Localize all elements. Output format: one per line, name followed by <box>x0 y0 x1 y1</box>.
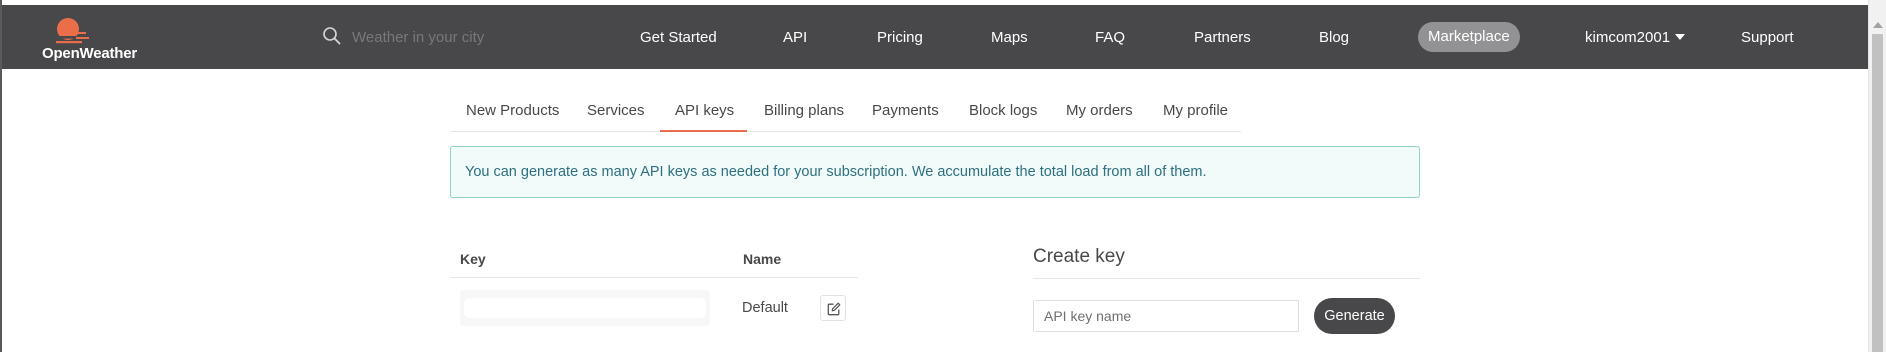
tab-billing-plans[interactable]: Billing plans <box>764 102 844 119</box>
api-key-value <box>464 298 706 318</box>
api-key-name: Default <box>742 300 788 316</box>
edit-key-button[interactable] <box>820 295 846 321</box>
api-key-field[interactable] <box>460 290 710 326</box>
openweather-logo[interactable]: OpenWeather <box>42 15 152 63</box>
user-menu-label: kimcom2001 <box>1585 29 1671 46</box>
column-header-name: Name <box>743 251 782 267</box>
account-tabs: New Products Services API keys Billing p… <box>451 95 1241 132</box>
caret-down-icon <box>1675 34 1686 40</box>
tab-my-profile[interactable]: My profile <box>1163 102 1228 119</box>
tab-new-products[interactable]: New Products <box>466 102 559 119</box>
api-key-name-input[interactable] <box>1033 300 1299 332</box>
search-icon[interactable] <box>322 26 342 46</box>
table-header-divider <box>450 277 858 278</box>
nav-api[interactable]: API <box>783 29 807 46</box>
nav-partners[interactable]: Partners <box>1194 29 1251 46</box>
nav-marketplace[interactable]: Marketplace <box>1418 22 1520 52</box>
nav-support[interactable]: Support <box>1741 29 1794 46</box>
sun-logo-icon <box>52 18 90 44</box>
scroll-thumb[interactable] <box>1872 34 1883 352</box>
create-key-title: Create key <box>1033 246 1125 267</box>
edit-icon <box>827 302 841 316</box>
create-key-divider <box>1033 278 1420 279</box>
nav-blog[interactable]: Blog <box>1319 29 1349 46</box>
nav-get-started[interactable]: Get Started <box>640 29 717 46</box>
top-navbar: OpenWeather Get Started API Pricing Maps… <box>2 5 1868 69</box>
tab-api-keys[interactable]: API keys <box>675 102 734 119</box>
column-header-key: Key <box>460 251 486 267</box>
info-alert: You can generate as many API keys as nee… <box>450 146 1420 198</box>
page-scrollbar[interactable] <box>1868 0 1886 352</box>
nav-maps[interactable]: Maps <box>991 29 1028 46</box>
search-input[interactable] <box>350 26 544 48</box>
window-left-edge <box>0 0 2 352</box>
generate-button[interactable]: Generate <box>1314 298 1395 334</box>
tab-services[interactable]: Services <box>587 102 645 119</box>
nav-pricing[interactable]: Pricing <box>877 29 923 46</box>
brand-name: OpenWeather <box>42 45 138 62</box>
scroll-up-arrow-icon[interactable] <box>1873 22 1883 28</box>
user-menu[interactable]: kimcom2001 <box>1585 29 1686 46</box>
city-search <box>322 26 544 50</box>
tab-my-orders[interactable]: My orders <box>1066 102 1133 119</box>
active-tab-indicator <box>660 130 747 132</box>
tab-payments[interactable]: Payments <box>872 102 939 119</box>
nav-faq[interactable]: FAQ <box>1095 29 1125 46</box>
tab-block-logs[interactable]: Block logs <box>969 102 1037 119</box>
